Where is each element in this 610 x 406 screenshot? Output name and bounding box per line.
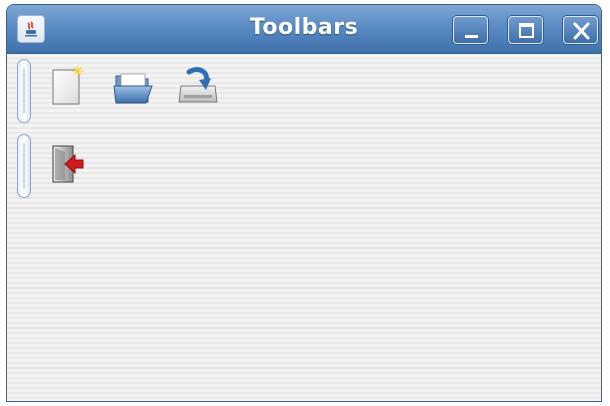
close-icon <box>573 22 590 40</box>
maximize-button[interactable] <box>508 16 543 44</box>
toolbar-grip[interactable] <box>17 59 31 123</box>
new-file-icon <box>52 65 84 105</box>
content-area <box>7 54 601 401</box>
close-button[interactable] <box>563 16 598 44</box>
new-file-button[interactable] <box>47 64 95 112</box>
maximize-icon <box>519 23 534 38</box>
application-window: Toolbars <box>6 4 602 402</box>
toolbar-exit <box>7 129 601 199</box>
save-drive-icon <box>178 67 218 103</box>
open-folder-button[interactable] <box>110 64 158 112</box>
minimize-button[interactable] <box>453 16 488 44</box>
title-bar[interactable]: Toolbars <box>7 5 601 54</box>
toolbar-grip[interactable] <box>17 134 31 198</box>
minimize-icon <box>465 35 478 38</box>
save-button[interactable] <box>175 64 223 112</box>
folder-open-icon <box>113 73 153 104</box>
exit-button[interactable] <box>47 142 95 190</box>
exit-door-icon <box>52 145 84 183</box>
toolbar-file <box>7 54 601 124</box>
